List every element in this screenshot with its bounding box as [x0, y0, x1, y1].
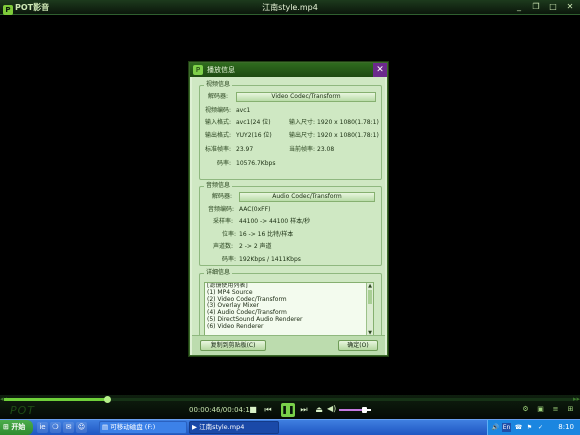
dialog-title: 播放信息: [207, 66, 235, 74]
task-label: 可移动磁盘 (F:): [110, 423, 156, 431]
audio-decoder-label: 解码器:: [212, 193, 233, 200]
folder-icon: ▤: [102, 423, 111, 431]
media-icon[interactable]: ❍: [50, 422, 61, 433]
copy-to-clipboard-button[interactable]: 复制到剪贴板(C): [200, 340, 266, 351]
maximize-button[interactable]: □: [546, 1, 560, 12]
video-codec-value: avc1: [236, 107, 251, 114]
input-format-value: avc1(24 位): [236, 119, 271, 126]
input-size-value: 1920 x 1080(1.78:1): [317, 119, 379, 126]
dialog-footer: 复制到剪贴板(C) 确定(O): [192, 335, 385, 355]
sample-rate-label: 采样率:: [213, 218, 234, 225]
pot-watermark-logo: POT: [10, 404, 36, 417]
input-size-label: 输入尺寸:: [289, 119, 316, 126]
volume-icon[interactable]: ◀): [327, 404, 336, 413]
start-label: 开始: [11, 423, 26, 431]
stop-button[interactable]: ■: [247, 404, 259, 416]
playback-info-dialog: P 播放信息 ✕ 视频信息 解码器: Video Codec/Transform…: [189, 62, 388, 356]
next-button[interactable]: ⏭: [298, 404, 310, 416]
std-fps-label: 标准帧率:: [205, 146, 232, 153]
video-group-legend: 视频信息: [204, 81, 233, 89]
audio-bitrate-value: 192Kbps / 1411Kbps: [239, 256, 301, 263]
desktop-screen: P POT影音 江南style.mp4 _ ❐ □ ✕ P 播放信息 ✕ 视频信息…: [0, 0, 580, 435]
control-bar: ◂◂ ▸▸ POT 00:00:46/00:04:12 ■ ⏮ ❚❚ ⏭ ⏏ ◀…: [0, 395, 580, 419]
capture-icon[interactable]: ▣: [535, 404, 546, 414]
seek-right-arrow-icon[interactable]: ▸▸: [573, 395, 580, 403]
output-format-value: YUY2(16 位): [236, 132, 272, 139]
close-button[interactable]: ✕: [563, 1, 577, 12]
quick-launch: ie ❍ ✉ ☺: [37, 422, 87, 433]
dialog-app-icon: P: [193, 65, 203, 75]
right-controls: ⚙ ▣ ≡ ⊞: [520, 404, 576, 414]
security-tray-icon[interactable]: ✓: [536, 423, 545, 432]
audio-bitrate-label: 码率:: [222, 256, 237, 263]
dialog-close-button[interactable]: ✕: [373, 63, 387, 77]
minimize-button[interactable]: _: [512, 1, 526, 12]
start-button[interactable]: ⊞ 开始: [0, 420, 33, 435]
ie-icon[interactable]: ie: [37, 422, 48, 433]
task-label: 江南style.mp4: [199, 423, 245, 431]
channels-label: 声道数:: [213, 243, 234, 250]
seek-handle[interactable]: [103, 396, 111, 403]
scroll-thumb[interactable]: [368, 290, 372, 304]
video-bitrate-label: 码率:: [217, 160, 232, 167]
network-tray-icon[interactable]: ☎: [514, 423, 523, 432]
taskbar: ⊞ 开始 ie ❍ ✉ ☺ ▤ 可移动磁盘 (F:) ▶ 江南style.mp4…: [0, 419, 580, 435]
previous-button[interactable]: ⏮: [262, 404, 274, 416]
seek-progress: [4, 398, 107, 401]
clock: 8:10: [558, 423, 574, 431]
filter-listbox[interactable]: [滤镜使用列表] (1) MP4 Source (2) Video Codec/…: [204, 282, 374, 337]
task-pot-player[interactable]: ▶ 江南style.mp4: [189, 421, 279, 434]
messenger-icon[interactable]: ☺: [76, 422, 87, 433]
task-removable-disk[interactable]: ▤ 可移动磁盘 (F:): [99, 421, 187, 434]
volume-slider[interactable]: [339, 407, 371, 413]
player-titlebar[interactable]: P POT影音 江南style.mp4 _ ❐ □ ✕: [0, 0, 580, 15]
dialog-titlebar[interactable]: P 播放信息 ✕: [190, 63, 387, 77]
language-tray-icon[interactable]: En: [502, 423, 511, 432]
video-decoder-label: 解码器:: [208, 93, 229, 100]
audio-codec-label: 音频编码:: [208, 206, 235, 213]
fullscreen-icon[interactable]: ⊞: [565, 404, 576, 414]
seek-bar[interactable]: [4, 396, 576, 403]
window-title: 江南style.mp4: [262, 3, 318, 12]
bit-depth-label: 位率:: [222, 231, 237, 238]
output-size-label: 输出尺寸:: [289, 132, 316, 139]
audio-codec-value: AAC(0xFF): [239, 206, 271, 213]
video-bitrate-value: 10576.7Kbps: [236, 160, 276, 167]
volume-tray-icon[interactable]: 🔊: [491, 423, 500, 432]
ok-button[interactable]: 确定(O): [338, 340, 378, 351]
sample-rate-value: 44100 -> 44100 样本/秒: [239, 218, 311, 225]
volume-handle[interactable]: [361, 407, 367, 413]
audio-group-legend: 音频信息: [204, 182, 233, 190]
std-fps-value: 23.97: [236, 146, 254, 153]
time-display: 00:00:46/00:04:12: [189, 406, 255, 414]
video-codec-label: 视频编码:: [205, 107, 232, 114]
cur-fps-label: 当前帧率:: [289, 146, 316, 153]
window-controls: _ ❐ □ ✕: [512, 1, 577, 12]
volume-level: [339, 409, 364, 411]
audio-decoder-button[interactable]: Audio Codec/Transform: [239, 192, 375, 202]
settings-icon[interactable]: ⚙: [520, 404, 531, 414]
pause-button[interactable]: ❚❚: [281, 403, 295, 417]
details-group-legend: 详细信息: [204, 269, 233, 277]
input-format-label: 输入格式:: [205, 119, 232, 126]
channels-value: 2 -> 2 声道: [239, 243, 272, 250]
restore-button[interactable]: ❐: [529, 1, 543, 12]
listbox-scrollbar[interactable]: ▲ ▼: [366, 283, 373, 336]
system-tray: 🔊 En ☎ ⚑ ✓ 8:10: [487, 420, 580, 435]
playlist-icon[interactable]: ≡: [550, 404, 561, 414]
bit-depth-value: 16 -> 16 比特/样本: [239, 231, 294, 238]
mail-icon[interactable]: ✉: [63, 422, 74, 433]
scroll-up-arrow-icon[interactable]: ▲: [367, 283, 373, 289]
alert-tray-icon[interactable]: ⚑: [525, 423, 534, 432]
list-item[interactable]: (6) Video Renderer: [205, 323, 373, 331]
output-format-label: 输出格式:: [205, 132, 232, 139]
video-decoder-button[interactable]: Video Codec/Transform: [236, 92, 376, 102]
eject-button[interactable]: ⏏: [313, 404, 325, 416]
video-info-group: 视频信息 解码器: Video Codec/Transform 视频编码: av…: [199, 81, 382, 180]
output-size-value: 1920 x 1080(1.78:1): [317, 132, 379, 139]
details-group: 详细信息 [滤镜使用列表] (1) MP4 Source (2) Video C…: [199, 269, 382, 340]
dialog-body: 视频信息 解码器: Video Codec/Transform 视频编码: av…: [192, 77, 385, 355]
audio-info-group: 音频信息 解码器: Audio Codec/Transform 音频编码: AA…: [199, 182, 382, 266]
cur-fps-value: 23.08: [317, 146, 335, 153]
